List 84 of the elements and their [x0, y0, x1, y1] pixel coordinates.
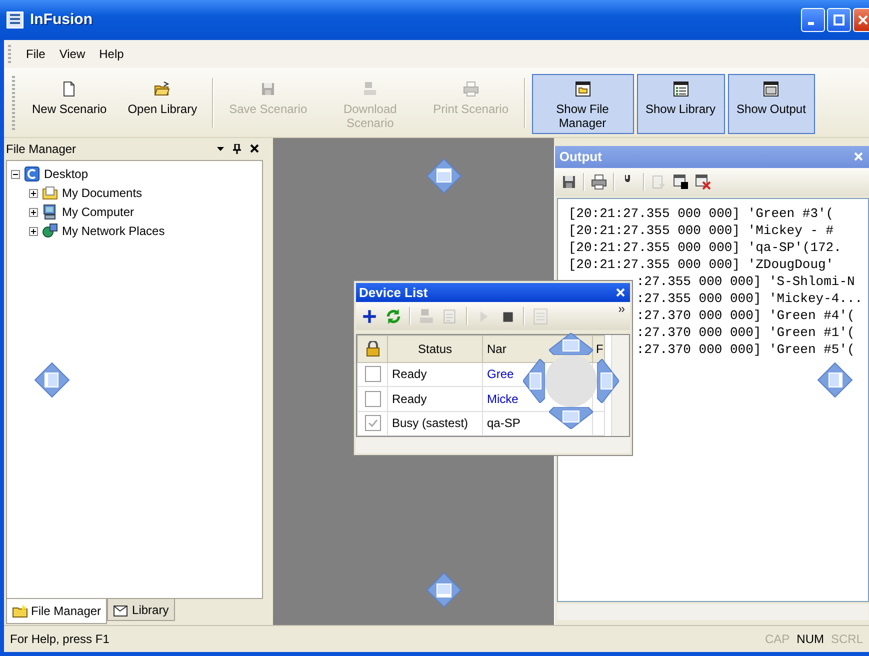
- tree-item[interactable]: My Documents: [62, 186, 142, 200]
- toolbar-button[interactable]: New Scenario: [23, 74, 116, 134]
- log-line: [20:21:27.355 000 000] 'qa-SP'(172.: [568, 238, 842, 256]
- printer-icon[interactable]: [591, 174, 608, 190]
- window-title: Device List: [359, 285, 429, 300]
- menu-item[interactable]: File: [19, 44, 52, 63]
- folder-icon: [154, 80, 170, 97]
- log-line: [20:21:27.355 000 000] 'ZDougDoug': [568, 256, 835, 273]
- dropdown-icon[interactable]: [216, 146, 224, 151]
- checkbox[interactable]: [364, 415, 380, 432]
- minimize-button[interactable]: [801, 8, 825, 32]
- checkbox[interactable]: [364, 366, 380, 382]
- log-line: [20:21:27.355 000 000] 'Green #3'(: [568, 204, 835, 222]
- toolbar-button[interactable]: Show Output: [728, 74, 815, 134]
- dock-guide-icon[interactable]: [549, 407, 593, 429]
- window-icon[interactable]: [673, 174, 690, 190]
- status-indicator: SCRL: [830, 632, 863, 646]
- status-cell: Ready: [388, 386, 482, 411]
- panel-tab[interactable]: File Manager: [6, 599, 108, 624]
- collapse-icon[interactable]: [11, 170, 20, 179]
- toolbar-button[interactable]: Show File Manager: [532, 74, 634, 134]
- toolbar-button[interactable]: Open Library: [118, 74, 206, 134]
- status-cell: Busy (sastest): [388, 411, 482, 436]
- log-line: :27.355 000 000] 'Mickey-4...: [636, 290, 864, 307]
- tree-item[interactable]: My Computer: [62, 205, 134, 220]
- horizontal-scrollbar[interactable]: [356, 437, 630, 453]
- close-button[interactable]: [853, 8, 869, 32]
- log-line: :27.355 000 000] 'S-Shlomi-N: [636, 272, 856, 290]
- lock-icon: [366, 340, 380, 357]
- list-window-icon: [672, 80, 689, 97]
- dock-guide-icon[interactable]: [34, 362, 70, 398]
- tree-item[interactable]: Desktop: [44, 167, 88, 182]
- close-icon: [856, 14, 868, 26]
- document-icon: [61, 80, 78, 97]
- name-cell: Micke: [487, 392, 518, 406]
- close-icon[interactable]: [250, 144, 259, 154]
- column-header[interactable]: Status: [418, 342, 452, 356]
- expand-icon[interactable]: [29, 226, 38, 236]
- status-cell: Ready: [388, 362, 482, 387]
- dock-guide-icon[interactable]: [597, 359, 619, 403]
- checkbox[interactable]: [364, 390, 380, 407]
- dock-guide-icon[interactable]: [426, 572, 462, 608]
- folder-icon: [42, 185, 58, 202]
- plus-icon[interactable]: [361, 308, 378, 324]
- status-text: For Help, press F1: [10, 632, 110, 646]
- menu-item[interactable]: Help: [92, 44, 131, 63]
- overflow-icon[interactable]: [619, 307, 625, 312]
- expand-icon[interactable]: [29, 208, 38, 217]
- folder-icon: [12, 603, 28, 620]
- printer-icon: [462, 80, 479, 97]
- menu-item[interactable]: View: [52, 44, 92, 63]
- log-line: :27.370 000 000] 'Green #1'(: [636, 324, 856, 341]
- pin-icon[interactable]: [232, 144, 241, 154]
- log-line: :27.370 000 000] 'Green #4'(: [636, 306, 856, 324]
- maximize-button[interactable]: [827, 8, 851, 32]
- toolbar-button[interactable]: Show Library: [636, 74, 725, 134]
- dock-guide-icon[interactable]: [523, 359, 545, 403]
- status-indicator: NUM: [796, 632, 824, 646]
- window-delete-icon[interactable]: [695, 174, 712, 190]
- maximize-icon: [833, 14, 845, 26]
- computer-icon: [42, 204, 58, 220]
- folder-window-icon: [574, 80, 590, 97]
- dock-guide-icon[interactable]: [549, 333, 593, 355]
- device-icon: [362, 80, 378, 97]
- log-line: :27.370 000 000] 'Green #5'(: [636, 340, 856, 358]
- desktop-icon: [24, 166, 40, 182]
- tree-item[interactable]: My Network Places: [62, 224, 165, 238]
- minimize-icon: [808, 22, 814, 26]
- dock-guide-icon[interactable]: [426, 158, 462, 194]
- expand-icon[interactable]: [29, 188, 38, 198]
- window-title: InFusion: [30, 11, 94, 28]
- window-icon: [763, 80, 780, 97]
- panel-title: Output: [559, 149, 603, 164]
- panel-title: File Manager: [6, 142, 78, 156]
- globe-computer-icon: [42, 223, 58, 240]
- refresh-icon[interactable]: [385, 308, 402, 324]
- column-header[interactable]: Nar: [487, 342, 506, 356]
- name-cell: Gree: [487, 367, 514, 382]
- dock-guide-icon[interactable]: [817, 362, 853, 398]
- name-cell: qa-SP: [487, 416, 520, 430]
- panel-tab[interactable]: Library: [107, 599, 175, 622]
- log-line: [20:21:27.355 000 000] 'Mickey - #: [568, 222, 835, 239]
- app-icon: [6, 10, 24, 29]
- status-indicator: CAP: [764, 632, 790, 646]
